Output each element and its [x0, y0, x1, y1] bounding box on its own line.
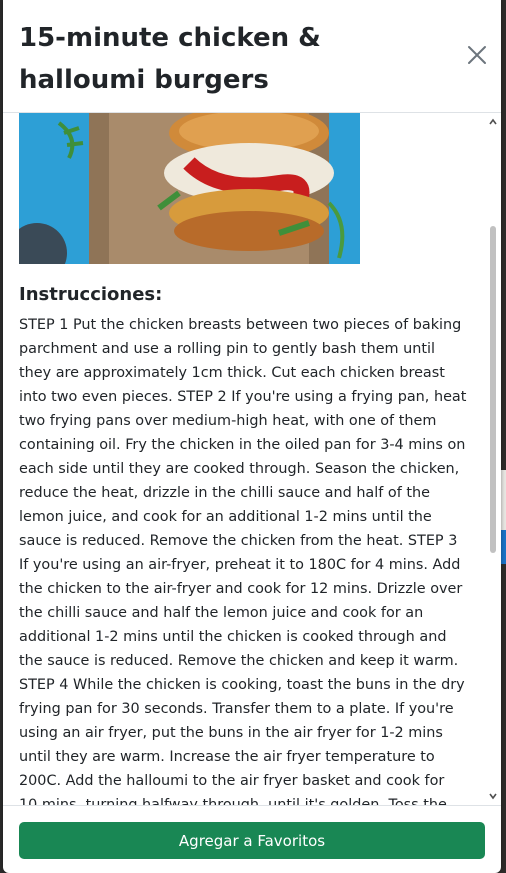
chevron-up-icon[interactable]: [487, 116, 499, 128]
scrollbar-thumb[interactable]: [490, 226, 496, 553]
modal-title: 15-minute chicken & halloumi burgers: [19, 23, 321, 95]
close-button[interactable]: [463, 41, 491, 69]
chevron-down-icon[interactable]: [487, 790, 499, 802]
instructions-heading: Instrucciones:: [19, 284, 163, 305]
modal-scrollbar[interactable]: [485, 113, 501, 805]
instructions-text: STEP 1 Put the chicken breasts between t…: [19, 317, 467, 805]
add-to-favorites-button[interactable]: Agregar a Favoritos: [19, 822, 485, 859]
recipe-image: [19, 113, 360, 264]
close-icon: [468, 46, 486, 64]
modal-body[interactable]: Instrucciones: STEP 1 Put the chicken br…: [3, 113, 501, 805]
recipe-modal: 15-minute chicken & halloumi burgers Ins…: [3, 0, 501, 873]
modal-header: 15-minute chicken & halloumi burgers: [3, 0, 501, 113]
modal-footer: Agregar a Favoritos: [3, 805, 501, 873]
